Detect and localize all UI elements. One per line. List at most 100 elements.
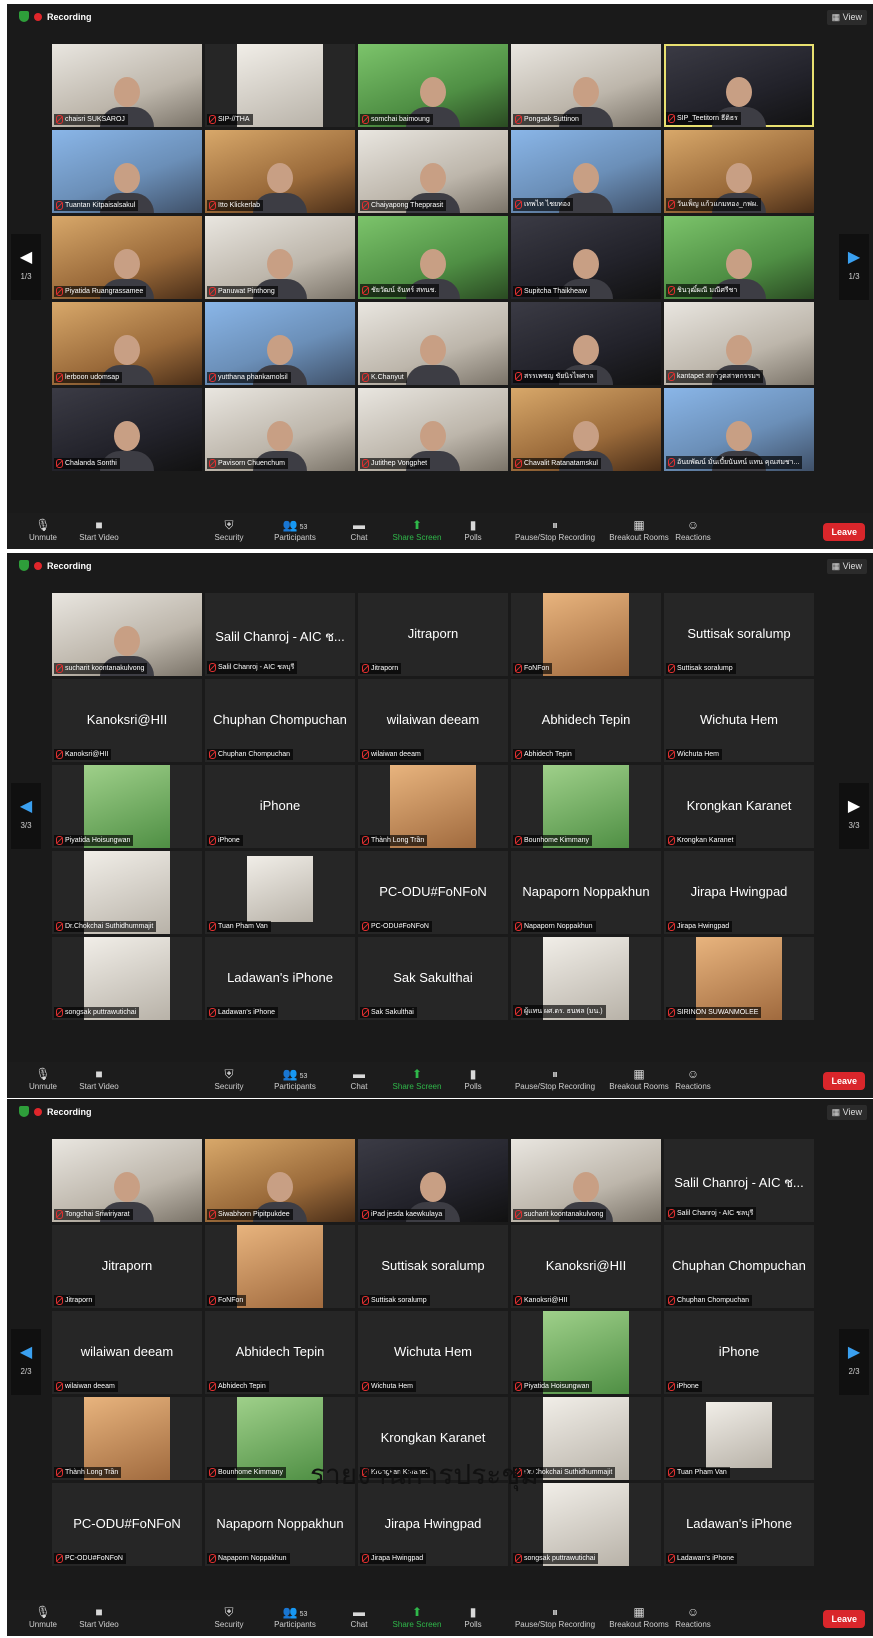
polls-button[interactable]: ▮ Polls (443, 1067, 503, 1091)
reactions-button[interactable]: ☺ Reactions (663, 1605, 723, 1629)
share-screen-button[interactable]: ⬆ Share Screen (387, 1067, 447, 1091)
share-screen-button[interactable]: ⬆ Share Screen (387, 518, 447, 542)
participant-tile[interactable]: Thành Long Trần (358, 765, 508, 848)
participant-tile[interactable]: Pavisorn Chuenchum (205, 388, 355, 471)
participant-tile[interactable]: Salil Chanroj - AIC ช... Salil Chanroj - … (664, 1139, 814, 1222)
participant-tile[interactable]: Chaiyapong Thepprasit (358, 130, 508, 213)
participant-tile[interactable]: PC-ODU#FoNFoN PC-ODU#FoNFoN (358, 851, 508, 934)
participant-tile[interactable]: Abhidech Tepin Abhidech Tepin (205, 1311, 355, 1394)
participant-tile[interactable]: Chuphan Chompuchan Chuphan Chompuchan (205, 679, 355, 762)
participant-tile[interactable]: Siwabhorn Pipitpukdee (205, 1139, 355, 1222)
start-video-button[interactable]: ■ Start Video (69, 518, 129, 542)
participant-tile[interactable]: Salil Chanroj - AIC ช... Salil Chanroj - … (205, 593, 355, 676)
participant-tile[interactable]: Tongchai Sriwiriyarat (52, 1139, 202, 1222)
leave-button[interactable]: Leave (823, 523, 865, 541)
participant-tile[interactable]: SIP-//THA (205, 44, 355, 127)
participant-tile[interactable]: FoNFon (511, 593, 661, 676)
participant-tile[interactable]: Tuan Pham Van (205, 851, 355, 934)
participant-tile[interactable]: ชินวุฒิ์ผณี มณีศรีชา (664, 216, 814, 299)
reactions-button[interactable]: ☺ Reactions (663, 1067, 723, 1091)
participant-tile[interactable]: Piyatida Hoisungwan (511, 1311, 661, 1394)
unmute-button[interactable]: 🎙 Unmute (13, 1605, 73, 1629)
chat-button[interactable]: ▬ Chat (329, 1067, 389, 1091)
participant-tile[interactable]: ผู้แทน ผศ.ดร. ธนพล (มน.) (511, 937, 661, 1020)
participant-tile[interactable]: wilaiwan deeam wilaiwan deeam (358, 679, 508, 762)
participant-tile[interactable]: Wichuta Hem Wichuta Hem (664, 679, 814, 762)
participant-tile[interactable]: songsak puttrawutichai (52, 937, 202, 1020)
next-page-button[interactable]: ▶ 1/3 (839, 234, 869, 300)
participant-tile[interactable]: Dr.Chokchai Suthidhummajit (52, 851, 202, 934)
participants-button[interactable]: 👥 53 Participants (265, 1067, 325, 1091)
participant-tile[interactable]: SIP_Teetitorn ธีติธร (664, 44, 814, 127)
participant-tile[interactable]: Napaporn Noppakhun Napaporn Noppakhun (511, 851, 661, 934)
leave-button[interactable]: Leave (823, 1610, 865, 1628)
participant-tile[interactable]: Piyatida Hoisungwan (52, 765, 202, 848)
participant-tile[interactable]: Tuantan Kitpaisalsakul (52, 130, 202, 213)
participant-tile[interactable]: สรรเพชญ ชัยนิรไพศาล (511, 302, 661, 385)
start-video-button[interactable]: ■ Start Video (69, 1605, 129, 1629)
share-screen-button[interactable]: ⬆ Share Screen (387, 1605, 447, 1629)
participant-tile[interactable]: Jitraporn Jitraporn (358, 593, 508, 676)
participant-tile[interactable]: iPhone iPhone (205, 765, 355, 848)
participant-tile[interactable]: Ladawan's iPhone Ladawan's iPhone (664, 1483, 814, 1566)
participant-tile[interactable]: somchai baimoung (358, 44, 508, 127)
next-page-button[interactable]: ▶ 2/3 (839, 1329, 869, 1395)
prev-page-button[interactable]: ◀ 1/3 (11, 234, 41, 300)
participant-tile[interactable]: Wichuta Hem Wichuta Hem (358, 1311, 508, 1394)
unmute-button[interactable]: 🎙 Unmute (13, 1067, 73, 1091)
participant-tile[interactable]: Kanoksri@HII Kanoksri@HII (511, 1225, 661, 1308)
prev-page-button[interactable]: ◀ 3/3 (11, 783, 41, 849)
participant-tile[interactable]: Sak Sakulthai Sak Sakulthai (358, 937, 508, 1020)
reactions-button[interactable]: ☺ Reactions (663, 518, 723, 542)
view-button[interactable]: ▦ View (826, 1105, 867, 1120)
chat-button[interactable]: ▬ Chat (329, 518, 389, 542)
participant-tile[interactable]: Chuphan Chompuchan Chuphan Chompuchan (664, 1225, 814, 1308)
participant-tile[interactable]: อันยพัฒน์ มั่นเบี้ยนันทน์ แทน คุณสมชา... (664, 388, 814, 471)
participant-tile[interactable]: Jitraporn Jitraporn (52, 1225, 202, 1308)
participant-tile[interactable]: yutthana phankamolsil (205, 302, 355, 385)
participant-tile[interactable]: FoNFon (205, 1225, 355, 1308)
participant-tile[interactable]: K.Chanyut (358, 302, 508, 385)
view-button[interactable]: ▦ View (826, 559, 867, 574)
participant-tile[interactable]: ชัยวัฒน์ จันทร์ สทนช. (358, 216, 508, 299)
participant-tile[interactable]: Pongsak Suttinon (511, 44, 661, 127)
participant-tile[interactable]: SIRINON SUWANMOLEE (664, 937, 814, 1020)
participant-tile[interactable]: Itto Klickerlab (205, 130, 355, 213)
participant-tile[interactable]: Kanoksri@HII Kanoksri@HII (52, 679, 202, 762)
participant-tile[interactable]: Jirapa Hwingpad Jirapa Hwingpad (664, 851, 814, 934)
next-page-button[interactable]: ▶ 3/3 (839, 783, 869, 849)
participant-tile[interactable]: lerboon udomsap (52, 302, 202, 385)
chat-button[interactable]: ▬ Chat (329, 1605, 389, 1629)
participant-tile[interactable]: Krongkan Karanet Krongkan Karanet (664, 765, 814, 848)
pause-stop-recording-button[interactable]: ⏸ Pause/Stop Recording (513, 1067, 597, 1091)
participant-tile[interactable]: Chalanda Sonthi (52, 388, 202, 471)
start-video-button[interactable]: ■ Start Video (69, 1067, 129, 1091)
participant-tile[interactable]: Thành Long Trần (52, 1397, 202, 1480)
participant-tile[interactable]: Abhidech Tepin Abhidech Tepin (511, 679, 661, 762)
security-button[interactable]: ⛨ Security (199, 518, 259, 542)
leave-button[interactable]: Leave (823, 1072, 865, 1090)
participant-tile[interactable]: วันเพ็ญ แก้วแกมทอง_กฟผ. (664, 130, 814, 213)
participant-tile[interactable]: Panuwat Pinthong (205, 216, 355, 299)
participant-tile[interactable]: PC-ODU#FoNFoN PC-ODU#FoNFoN (52, 1483, 202, 1566)
polls-button[interactable]: ▮ Polls (443, 518, 503, 542)
participant-tile[interactable]: iPad jesda kaewkulaya (358, 1139, 508, 1222)
participant-tile[interactable]: iPhone iPhone (664, 1311, 814, 1394)
participant-tile[interactable]: Ladawan's iPhone Ladawan's iPhone (205, 937, 355, 1020)
participant-tile[interactable]: Supitcha Thaikheaw (511, 216, 661, 299)
pause-stop-recording-button[interactable]: ⏸ Pause/Stop Recording (513, 1605, 597, 1629)
prev-page-button[interactable]: ◀ 2/3 (11, 1329, 41, 1395)
participant-tile[interactable]: เทพไท ไชยทอง (511, 130, 661, 213)
participant-tile[interactable]: Jutithep Vongphet (358, 388, 508, 471)
participant-tile[interactable]: chaisri SUKSAROJ (52, 44, 202, 127)
participant-tile[interactable]: sucharit koontanakulvong (511, 1139, 661, 1222)
participant-tile[interactable]: wilaiwan deeam wilaiwan deeam (52, 1311, 202, 1394)
participant-tile[interactable]: Suttisak soralump Suttisak soralump (358, 1225, 508, 1308)
participants-button[interactable]: 👥 53 Participants (265, 1605, 325, 1629)
security-button[interactable]: ⛨ Security (199, 1605, 259, 1629)
participant-tile[interactable]: Suttisak soralump Suttisak soralump (664, 593, 814, 676)
unmute-button[interactable]: 🎙 Unmute (13, 518, 73, 542)
pause-stop-recording-button[interactable]: ⏸ Pause/Stop Recording (513, 518, 597, 542)
security-button[interactable]: ⛨ Security (199, 1067, 259, 1091)
participant-tile[interactable]: Chavalit Ratanatamskul (511, 388, 661, 471)
